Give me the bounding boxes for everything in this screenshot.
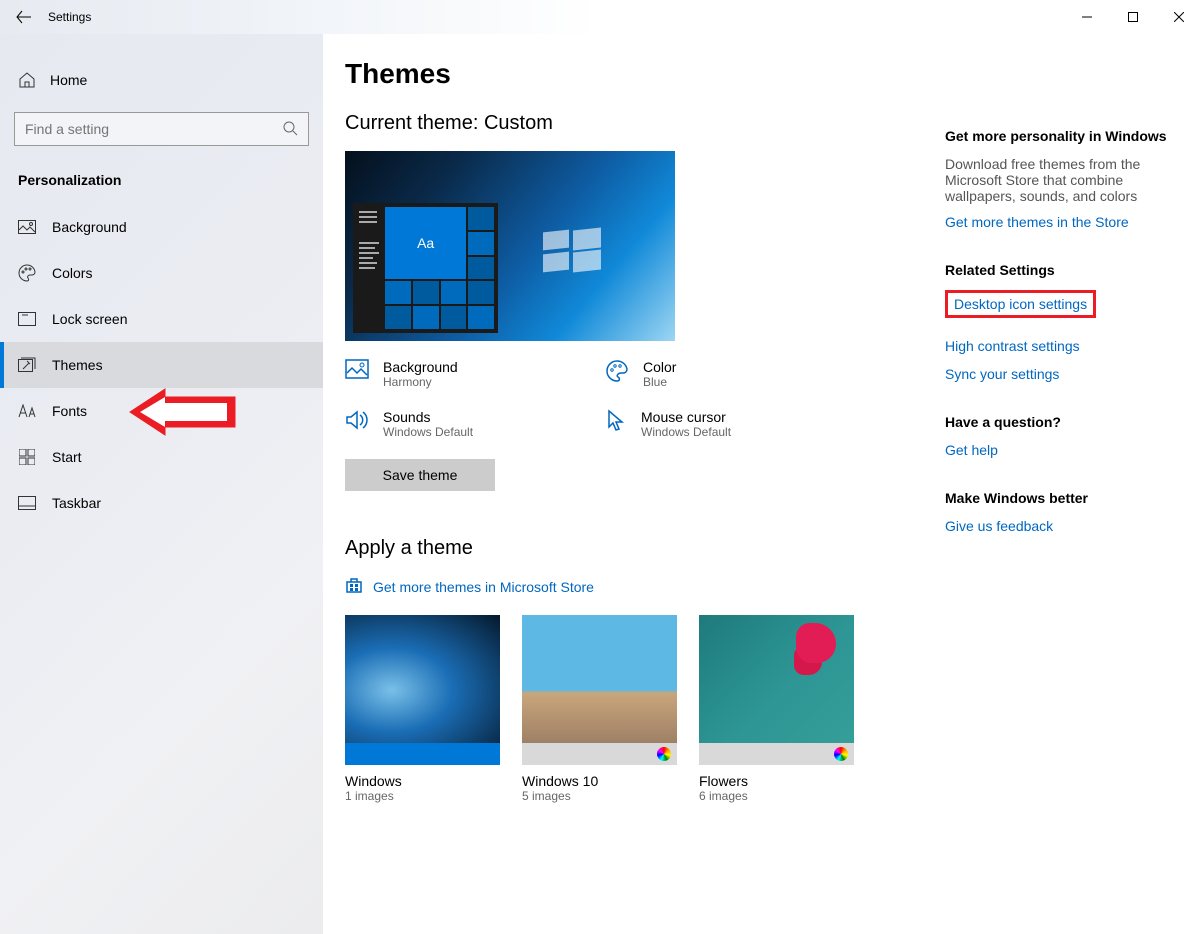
high-contrast-link[interactable]: High contrast settings bbox=[945, 338, 1182, 354]
preview-tile-text: Aa bbox=[385, 207, 466, 279]
sidebar-item-background[interactable]: Background bbox=[0, 204, 323, 250]
get-help-link[interactable]: Get help bbox=[945, 442, 1182, 458]
fonts-icon bbox=[18, 402, 36, 420]
window-title: Settings bbox=[48, 10, 91, 24]
lockscreen-icon bbox=[18, 310, 36, 328]
themes-icon bbox=[18, 356, 36, 374]
prop-title: Background bbox=[383, 359, 458, 375]
search-box[interactable] bbox=[14, 112, 309, 146]
search-input[interactable] bbox=[25, 121, 282, 137]
theme-thumbnail bbox=[345, 615, 500, 765]
prop-value: Windows Default bbox=[383, 425, 473, 439]
sidebar-item-fonts[interactable]: Fonts bbox=[0, 388, 323, 434]
sidebar-item-start[interactable]: Start bbox=[0, 434, 323, 480]
save-theme-button[interactable]: Save theme bbox=[345, 459, 495, 491]
prop-title: Mouse cursor bbox=[641, 409, 731, 425]
home-nav[interactable]: Home bbox=[0, 58, 323, 102]
home-label: Home bbox=[50, 72, 87, 88]
feedback-heading: Make Windows better bbox=[945, 490, 1182, 506]
theme-thumbnail bbox=[699, 615, 854, 765]
minimize-button[interactable] bbox=[1064, 0, 1110, 34]
theme-image-count: 6 images bbox=[699, 789, 854, 803]
theme-thumbnail bbox=[522, 615, 677, 765]
theme-card-flowers[interactable]: Flowers 6 images bbox=[699, 615, 854, 803]
titlebar: Settings bbox=[0, 0, 1202, 34]
prop-value: Harmony bbox=[383, 375, 458, 389]
category-header: Personalization bbox=[0, 164, 323, 204]
sidebar-item-label: Fonts bbox=[52, 403, 87, 419]
back-button[interactable] bbox=[0, 0, 48, 34]
store-icon bbox=[345, 576, 363, 597]
color-wheel-icon bbox=[834, 747, 848, 761]
sidebar-item-label: Start bbox=[52, 449, 82, 465]
prop-title: Color bbox=[643, 359, 676, 375]
sidebar: Home Personalization Background Colors L… bbox=[0, 34, 323, 934]
sidebar-item-label: Lock screen bbox=[52, 311, 127, 327]
sidebar-item-label: Themes bbox=[52, 357, 103, 373]
taskbar-icon bbox=[18, 494, 36, 512]
start-icon bbox=[18, 448, 36, 466]
desktop-icon-settings-link[interactable]: Desktop icon settings bbox=[954, 296, 1087, 312]
sidebar-item-label: Background bbox=[52, 219, 127, 235]
more-themes-link[interactable]: Get more themes in the Store bbox=[945, 214, 1182, 230]
theme-image-count: 5 images bbox=[522, 789, 677, 803]
store-link-label: Get more themes in Microsoft Store bbox=[373, 579, 594, 595]
palette-icon bbox=[18, 264, 36, 282]
main-content: Themes Current theme: Custom Aa bbox=[323, 34, 1202, 934]
sidebar-item-colors[interactable]: Colors bbox=[0, 250, 323, 296]
sidebar-item-taskbar[interactable]: Taskbar bbox=[0, 480, 323, 526]
question-heading: Have a question? bbox=[945, 414, 1182, 430]
more-personality-text: Download free themes from the Microsoft … bbox=[945, 156, 1182, 204]
apply-theme-heading: Apply a theme bbox=[345, 537, 905, 560]
theme-name: Windows 10 bbox=[522, 773, 677, 789]
sidebar-item-themes[interactable]: Themes bbox=[0, 342, 323, 388]
search-icon bbox=[282, 120, 298, 139]
theme-preview: Aa bbox=[345, 151, 675, 341]
related-settings-heading: Related Settings bbox=[945, 262, 1182, 278]
home-icon bbox=[18, 71, 36, 89]
theme-card-windows[interactable]: Windows 1 images bbox=[345, 615, 500, 803]
prop-value: Blue bbox=[643, 375, 676, 389]
theme-prop-color[interactable]: ColorBlue bbox=[605, 359, 865, 389]
more-personality-heading: Get more personality in Windows bbox=[945, 128, 1182, 144]
feedback-link[interactable]: Give us feedback bbox=[945, 518, 1182, 534]
page-heading: Themes bbox=[345, 58, 905, 90]
theme-image-count: 1 images bbox=[345, 789, 500, 803]
theme-prop-cursor[interactable]: Mouse cursorWindows Default bbox=[605, 409, 865, 439]
prop-value: Windows Default bbox=[641, 425, 731, 439]
sidebar-item-lockscreen[interactable]: Lock screen bbox=[0, 296, 323, 342]
prop-title: Sounds bbox=[383, 409, 473, 425]
theme-name: Flowers bbox=[699, 773, 854, 789]
sync-settings-link[interactable]: Sync your settings bbox=[945, 366, 1182, 382]
color-wheel-icon bbox=[657, 747, 671, 761]
theme-prop-sounds[interactable]: SoundsWindows Default bbox=[345, 409, 605, 439]
sidebar-item-label: Taskbar bbox=[52, 495, 101, 511]
sidebar-item-label: Colors bbox=[52, 265, 92, 281]
theme-card-windows10[interactable]: Windows 10 5 images bbox=[522, 615, 677, 803]
current-theme-label: Current theme: Custom bbox=[345, 112, 905, 135]
theme-prop-background[interactable]: BackgroundHarmony bbox=[345, 359, 605, 389]
maximize-button[interactable] bbox=[1110, 0, 1156, 34]
picture-icon bbox=[18, 218, 36, 236]
store-link[interactable]: Get more themes in Microsoft Store bbox=[345, 576, 905, 597]
close-button[interactable] bbox=[1156, 0, 1202, 34]
annotation-highlight-box: Desktop icon settings bbox=[945, 290, 1096, 318]
theme-name: Windows bbox=[345, 773, 500, 789]
